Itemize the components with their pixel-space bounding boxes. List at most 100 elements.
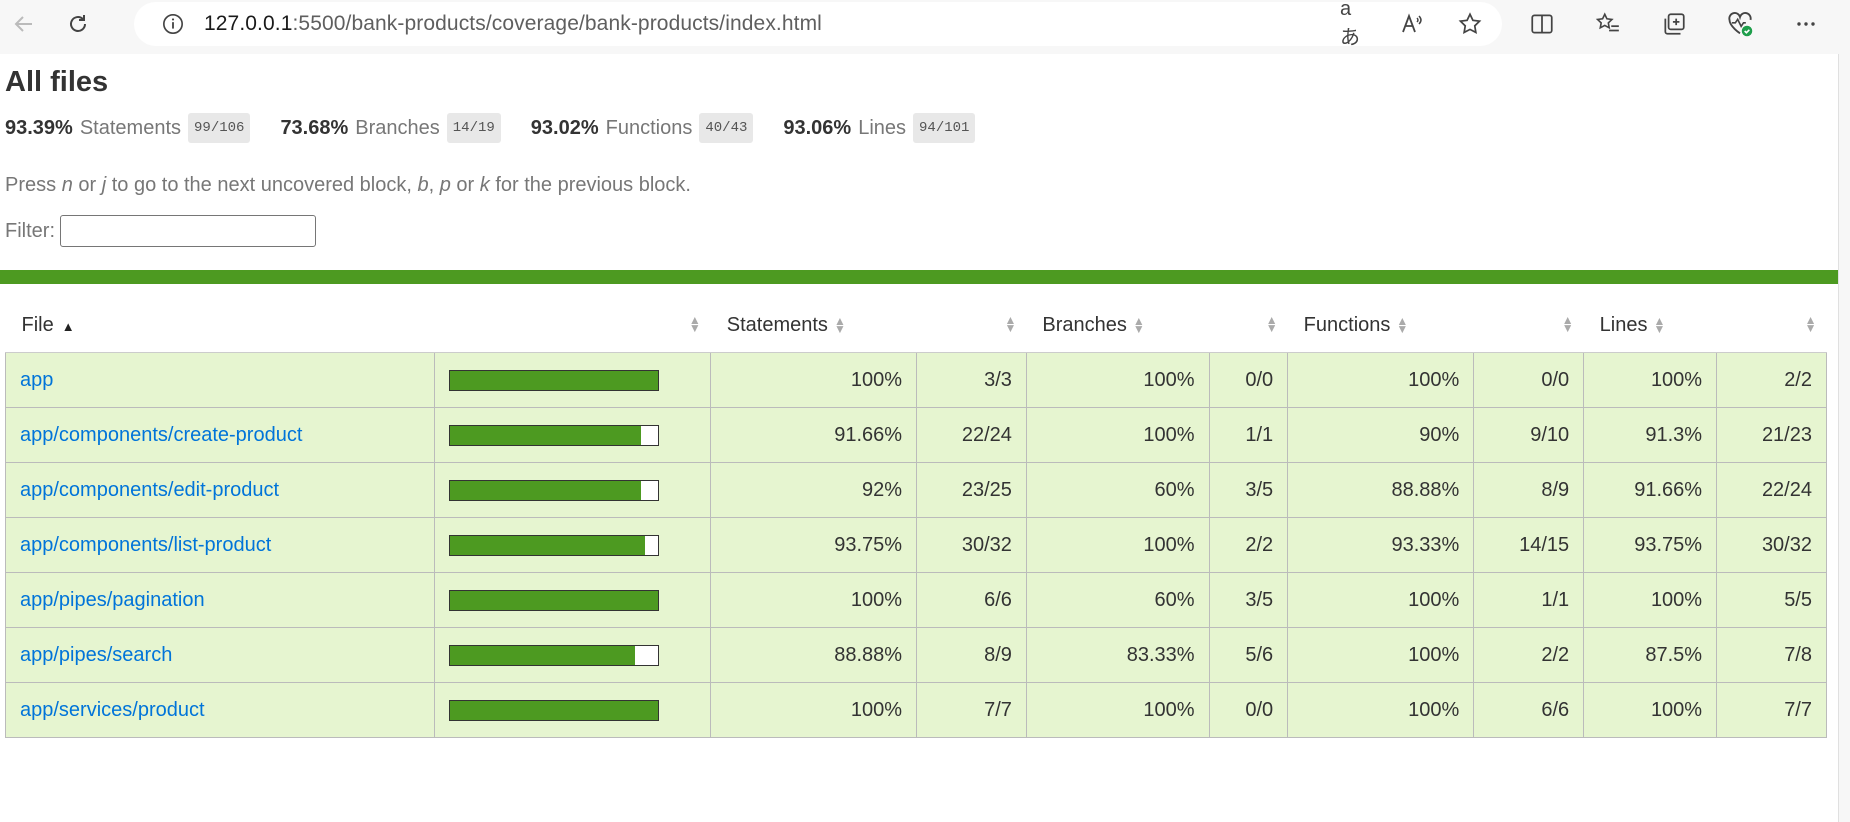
column-header-branches-raw[interactable]: ▲ ▼ — [1209, 298, 1288, 353]
file-link[interactable]: app/components/create-product — [20, 424, 302, 446]
coverage-summary: 93.39% Statements 99/106 73.68% Branches… — [5, 113, 1838, 143]
statements-fraction: 8/9 — [916, 627, 1027, 683]
sort-icon: ▲ ▼ — [1396, 314, 1409, 337]
column-header-functions[interactable]: Functions ▲ ▼ — [1287, 298, 1474, 353]
address-bar[interactable]: 127.0.0.1:5500/bank-products/coverage/ba… — [134, 0, 1502, 49]
lines-fraction: 7/8 — [1716, 627, 1827, 683]
branches-fraction: 2/2 — [1208, 517, 1289, 573]
statements-pct: 100% — [710, 352, 918, 408]
keyboard-hint: Press n or j to go to the next uncovered… — [5, 174, 691, 196]
read-translate-icon[interactable]: aあ — [1340, 0, 1368, 49]
filter-label: Filter: — [5, 219, 55, 242]
browser-essentials-icon[interactable] — [1726, 10, 1754, 38]
functions-fraction: 6/6 — [1473, 682, 1585, 738]
statements-fraction: 3/3 — [916, 352, 1027, 408]
functions-pct: 100% — [1287, 352, 1475, 408]
lines-fraction: 21/23 — [1716, 407, 1827, 463]
summary-statements: 93.39% Statements 99/106 — [5, 113, 251, 143]
branches-fraction: 3/5 — [1208, 572, 1289, 628]
branches-pct: 100% — [1025, 407, 1210, 463]
summary-fraction: 14/19 — [446, 113, 501, 143]
column-header-branches[interactable]: Branches ▲ ▼ — [1026, 298, 1210, 353]
coverage-bar-fill — [449, 700, 658, 720]
coverage-bar — [448, 699, 659, 721]
filter-input[interactable] — [60, 215, 316, 247]
column-header-file-bar[interactable]: ▲ ▼ — [434, 298, 711, 353]
lines-pct: 100% — [1583, 572, 1718, 628]
summary-pct: 93.06% — [783, 116, 852, 139]
column-header-lines-raw[interactable]: ▲ ▼ — [1716, 298, 1827, 353]
statements-pct: 92% — [710, 462, 918, 518]
file-link[interactable]: app/components/list-product — [20, 534, 271, 556]
file-link[interactable]: app/services/product — [20, 699, 205, 721]
functions-fraction: 0/0 — [1473, 352, 1585, 408]
favorites-list-icon[interactable] — [1594, 10, 1622, 38]
summary-fraction: 99/106 — [188, 113, 251, 143]
table-row: app/components/create-product 91.66% 22/24… — [5, 407, 1827, 463]
column-header-lines[interactable]: Lines ▲ ▼ — [1583, 298, 1717, 353]
summary-label: Statements — [79, 116, 182, 139]
functions-pct: 93.33% — [1287, 517, 1475, 573]
branches-pct: 100% — [1025, 352, 1210, 408]
file-link[interactable]: app/pipes/pagination — [20, 589, 205, 611]
column-header-statements[interactable]: Statements ▲ ▼ — [710, 298, 917, 353]
refresh-icon[interactable] — [60, 6, 96, 42]
statements-pct: 93.75% — [710, 517, 918, 573]
summary-fraction: 40/43 — [699, 113, 754, 143]
functions-fraction: 8/9 — [1473, 462, 1585, 518]
branches-pct: 60% — [1025, 462, 1210, 518]
coverage-bar-fill — [449, 590, 658, 610]
functions-fraction: 2/2 — [1473, 627, 1585, 683]
summary-pct: 93.02% — [530, 116, 599, 139]
branches-fraction: 5/6 — [1208, 627, 1289, 683]
functions-pct: 100% — [1287, 627, 1475, 683]
file-cell: app/services/product — [5, 682, 435, 738]
favorite-star-icon[interactable] — [1456, 10, 1484, 38]
browser-toolbar: 127.0.0.1:5500/bank-products/coverage/ba… — [0, 0, 1850, 49]
back-arrow-icon[interactable] — [6, 6, 42, 42]
split-screen-icon[interactable] — [1528, 10, 1556, 38]
functions-pct: 88.88% — [1287, 462, 1475, 518]
summary-pct: 73.68% — [280, 116, 349, 139]
file-link[interactable]: app/pipes/search — [20, 644, 172, 666]
coverage-bar-fill — [449, 480, 642, 500]
summary-fraction: 94/101 — [913, 113, 976, 143]
coverage-bar — [448, 534, 659, 556]
page-title: All files — [5, 66, 109, 98]
file-link[interactable]: app/components/edit-product — [20, 479, 279, 501]
branches-fraction: 1/1 — [1208, 407, 1289, 463]
table-row: app/services/product 100% 7/7 100% 0/0 100% 6/… — [5, 682, 1827, 738]
lines-pct: 91.3% — [1583, 407, 1718, 463]
coverage-bar-fill — [449, 535, 645, 555]
read-aloud-icon[interactable] — [1398, 10, 1426, 38]
table-row: app/pipes/pagination 100% 6/6 60% 3/5 100% 1/1… — [5, 572, 1827, 628]
url-text: 127.0.0.1:5500/bank-products/coverage/ba… — [204, 12, 822, 35]
lines-fraction: 7/7 — [1716, 682, 1827, 738]
branches-pct: 100% — [1025, 517, 1210, 573]
coverage-bar-cell — [433, 682, 712, 738]
info-icon[interactable] — [160, 11, 186, 37]
summary-label: Functions — [605, 116, 693, 139]
more-icon[interactable] — [1792, 10, 1820, 38]
column-header-functions-raw[interactable]: ▲ ▼ — [1473, 298, 1584, 353]
coverage-bar-fill — [449, 425, 641, 445]
sort-icon: ▲ ▼ — [1132, 314, 1145, 337]
column-header-file[interactable]: File ▲ — [5, 298, 435, 353]
statements-pct: 88.88% — [710, 627, 918, 683]
sort-icon: ▲ ▼ — [1561, 313, 1574, 335]
coverage-bar — [448, 479, 659, 501]
summary-label: Branches — [355, 116, 440, 139]
statements-pct: 91.66% — [710, 407, 918, 463]
branches-pct: 100% — [1025, 682, 1210, 738]
column-header-statements-raw[interactable]: ▲ ▼ — [916, 298, 1027, 353]
collections-icon[interactable] — [1660, 10, 1688, 38]
lines-pct: 100% — [1583, 352, 1718, 408]
coverage-bar-cell — [433, 407, 712, 463]
table-row: app/components/edit-product 92% 23/25 60% 3/… — [5, 462, 1827, 518]
summary-label: Lines — [858, 116, 907, 139]
coverage-bar — [448, 644, 659, 666]
table-row: app 100% 3/3 100% 0/0 100% 0/0 100% 2/2 — [5, 352, 1827, 408]
file-link[interactable]: app — [20, 369, 53, 391]
coverage-bar-cell — [433, 517, 712, 573]
lines-fraction: 2/2 — [1716, 352, 1827, 408]
